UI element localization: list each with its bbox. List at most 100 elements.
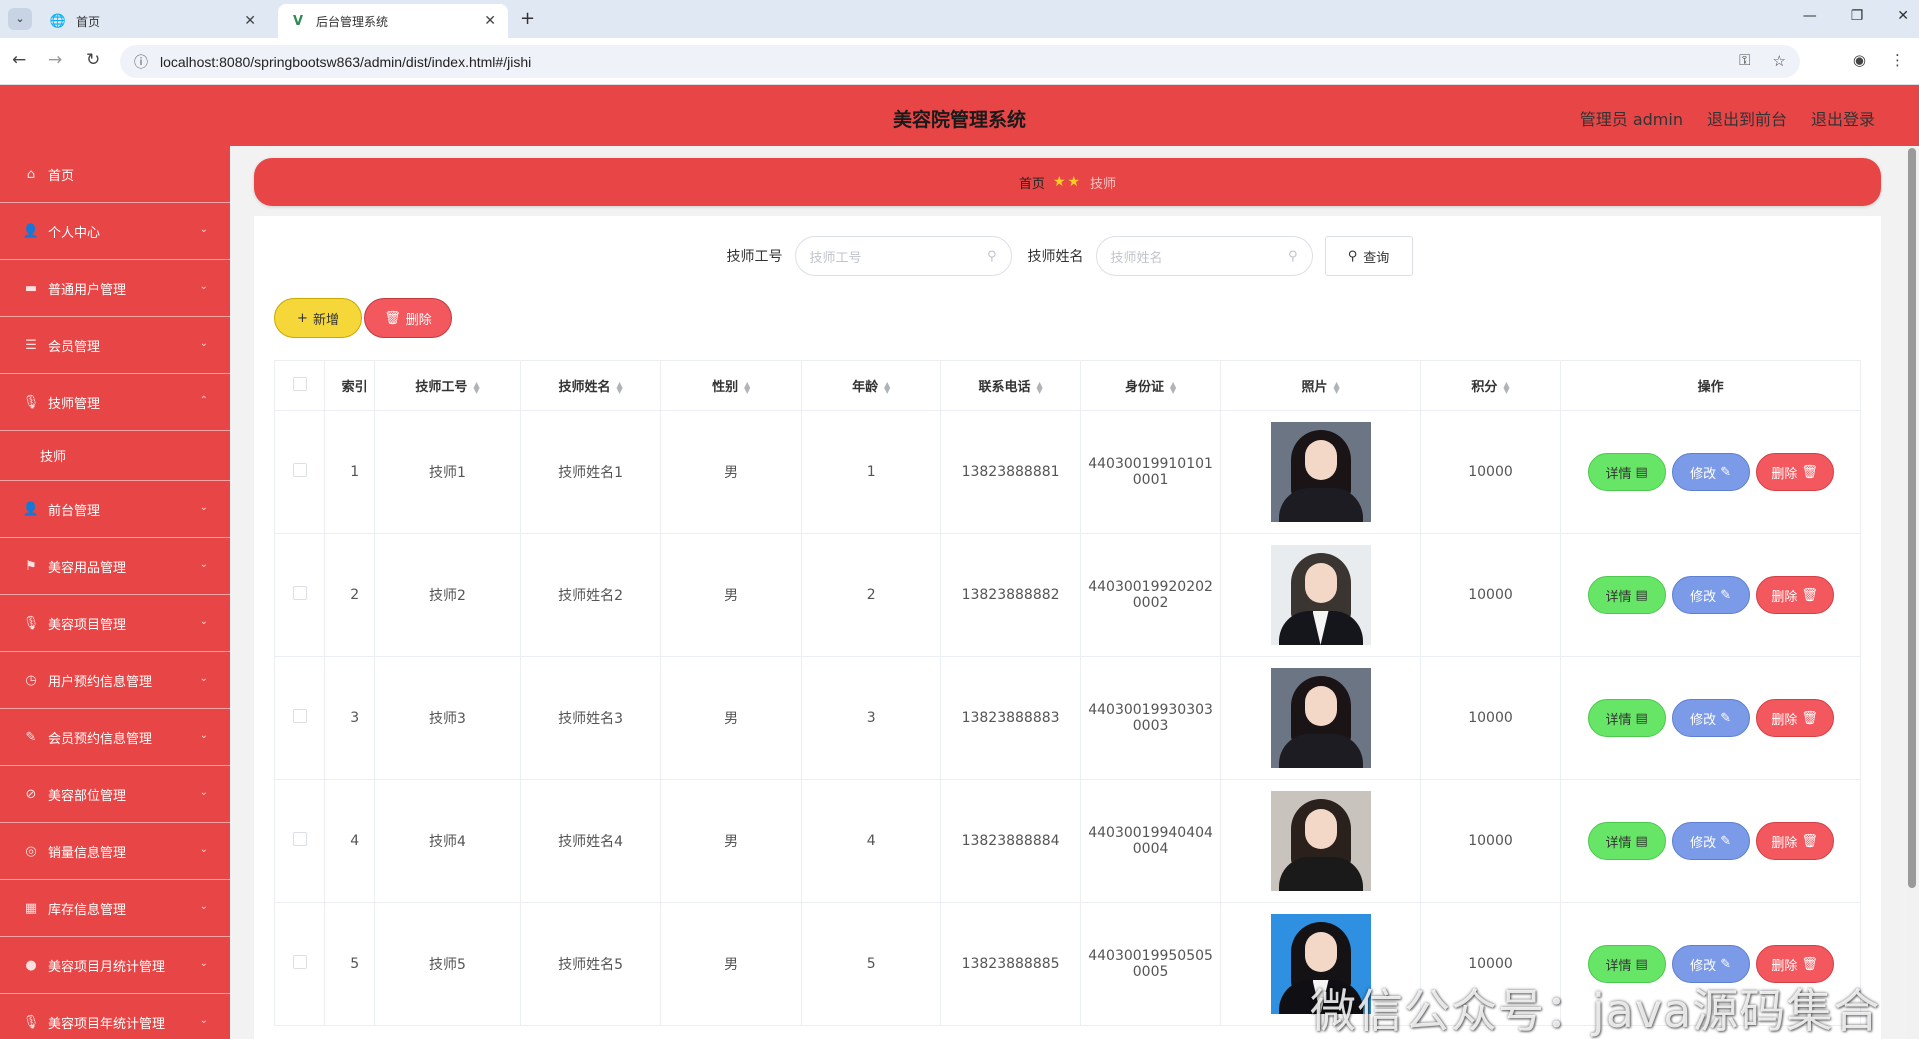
column-header-photo[interactable]: 照片 ▲ ▼	[1220, 360, 1421, 411]
sidebar-item-yearly-stats[interactable]: 🎙 美容项目年统计管理 ⌄	[0, 994, 230, 1039]
sidebar-item-front-desk[interactable]: 👤 前台管理 ⌄	[0, 481, 230, 538]
cell-phone: 13823888881	[940, 410, 1081, 534]
technician-photo[interactable]	[1270, 668, 1371, 768]
reload-icon[interactable]: ↻	[86, 50, 100, 70]
row-checkbox[interactable]	[273, 902, 326, 1026]
sort-icon[interactable]: ▲ ▼	[1333, 380, 1339, 394]
trash-icon: 🗑	[384, 310, 401, 326]
row-checkbox[interactable]	[273, 779, 326, 903]
cell-points: 10000	[1419, 656, 1562, 780]
add-button[interactable]: + 新增	[274, 298, 362, 338]
profile-icon[interactable]: ◉	[1853, 51, 1866, 69]
site-info-icon[interactable]: ⓘ	[134, 52, 148, 72]
pen-icon: ✎	[25, 729, 37, 745]
sidebar-item-members[interactable]: ☰ 会员管理 ⌄	[0, 317, 230, 374]
logout-link[interactable]: 退出登录	[1811, 106, 1875, 130]
sort-icon[interactable]: ▲ ▼	[1503, 380, 1509, 394]
sidebar-item-sales[interactable]: ◎ 销量信息管理 ⌄	[0, 823, 230, 880]
minimize-icon[interactable]: —	[1803, 8, 1817, 24]
column-header-tech-no[interactable]: 技师工号 ▲ ▼	[374, 360, 521, 411]
chevron-down-icon: ⌄	[199, 559, 208, 570]
sidebar-item-member-appointments[interactable]: ✎ 会员预约信息管理 ⌄	[0, 709, 230, 766]
column-header-tech-name[interactable]: 技师姓名 ▲ ▼	[519, 360, 662, 411]
more-menu-icon[interactable]: ⋮	[1890, 51, 1905, 69]
sort-icon[interactable]: ▲ ▼	[1037, 380, 1043, 394]
cell-index: 2	[324, 533, 376, 657]
tech-no-input[interactable]: 技师工号 ⚲	[794, 236, 1012, 276]
exit-to-front-link[interactable]: 退出到前台	[1707, 106, 1787, 130]
detail-button[interactable]: 详情 ▤	[1587, 453, 1666, 491]
row-checkbox[interactable]	[273, 410, 326, 534]
sidebar-item-personal-center[interactable]: 👤 个人中心 ⌄	[0, 203, 230, 260]
sidebar-item-home[interactable]: ⌂ 首页	[0, 146, 230, 203]
forward-icon[interactable]: →	[48, 50, 62, 70]
column-header-age[interactable]: 年龄 ▲ ▼	[800, 360, 942, 411]
document-icon: ▤	[1635, 587, 1648, 603]
sidebar-item-normal-users[interactable]: ▬ 普通用户管理 ⌄	[0, 260, 230, 317]
sidebar-item-label: 美容项目管理	[48, 617, 127, 633]
column-header-phone[interactable]: 联系电话 ▲ ▼	[940, 360, 1081, 411]
row-checkbox[interactable]	[273, 533, 326, 657]
detail-button[interactable]: 详情 ▤	[1587, 822, 1666, 860]
tech-name-input[interactable]: 技师姓名 ⚲	[1095, 236, 1313, 276]
scrollbar-thumb[interactable]	[1908, 148, 1916, 888]
sort-icon[interactable]: ▲ ▼	[1170, 380, 1176, 394]
browser-tab-admin[interactable]: V 后台管理系统 ✕	[278, 4, 508, 38]
sort-icon[interactable]: ▲ ▼	[473, 380, 479, 394]
edit-button[interactable]: 修改 ✎	[1671, 822, 1750, 860]
sidebar-item-beauty-parts[interactable]: ⊘ 美容部位管理 ⌄	[0, 766, 230, 823]
sidebar-item-technicians[interactable]: 🎙 技师管理 ⌃	[0, 374, 230, 431]
tech-no-label: 技师工号	[726, 249, 783, 265]
back-icon[interactable]: ←	[12, 50, 26, 70]
trash-icon: 🗑	[1801, 587, 1818, 603]
url-field[interactable]: ⓘ localhost:8080/springbootsw863/admin/d…	[120, 45, 1800, 78]
row-delete-button[interactable]: 删除 🗑	[1755, 699, 1834, 737]
row-delete-button[interactable]: 删除 🗑	[1755, 576, 1834, 614]
bulk-delete-button[interactable]: 🗑 删除	[364, 298, 452, 338]
sidebar-item-user-appointments[interactable]: ◷ 用户预约信息管理 ⌄	[0, 652, 230, 709]
sidebar-item-beauty-projects[interactable]: 🎙 美容项目管理 ⌄	[0, 595, 230, 652]
window-controls: — ❐ ✕	[1803, 8, 1909, 24]
close-tab-icon[interactable]: ✕	[484, 13, 496, 29]
tab-list-dropdown-button[interactable]: ⌄	[8, 8, 32, 30]
column-header-points[interactable]: 积分 ▲ ▼	[1419, 360, 1562, 411]
edit-button[interactable]: 修改 ✎	[1671, 699, 1750, 737]
user-icon: 👤	[22, 223, 40, 239]
cell-tech-name: 技师姓名1	[519, 410, 662, 534]
close-tab-icon[interactable]: ✕	[244, 13, 256, 29]
sidebar-subitem-technician[interactable]: 技师	[0, 431, 230, 481]
bookmark-star-icon[interactable]: ☆	[1773, 52, 1786, 70]
restore-icon[interactable]: ❐	[1851, 8, 1864, 24]
browser-tab-home[interactable]: 🌐 首页 ✕	[38, 4, 268, 38]
edit-button[interactable]: 修改 ✎	[1671, 453, 1750, 491]
select-all-checkbox[interactable]	[273, 360, 326, 411]
new-tab-button[interactable]: +	[520, 8, 535, 29]
detail-button[interactable]: 详情 ▤	[1587, 576, 1666, 614]
close-window-icon[interactable]: ✕	[1897, 8, 1909, 24]
sort-icon[interactable]: ▲ ▼	[744, 380, 750, 394]
cell-gender: 男	[660, 902, 802, 1026]
sidebar-item-beauty-supplies[interactable]: ⚑ 美容用品管理 ⌄	[0, 538, 230, 595]
row-checkbox[interactable]	[273, 656, 326, 780]
sidebar-item-monthly-stats[interactable]: ● 美容项目月统计管理 ⌄	[0, 937, 230, 994]
key-icon[interactable]: ⚿	[1739, 52, 1750, 70]
row-delete-button[interactable]: 删除 🗑	[1755, 822, 1834, 860]
cell-tech-name: 技师姓名5	[519, 902, 662, 1026]
row-delete-button[interactable]: 删除 🗑	[1755, 453, 1834, 491]
technician-photo[interactable]	[1270, 791, 1371, 891]
chevron-down-icon: ⌄	[199, 958, 208, 969]
query-button[interactable]: ⚲ 查询	[1324, 236, 1413, 276]
column-header-gender[interactable]: 性别 ▲ ▼	[660, 360, 802, 411]
column-header-id-card[interactable]: 身份证 ▲ ▼	[1079, 360, 1222, 411]
mic-icon: 🎙	[22, 394, 40, 410]
breadcrumb-home[interactable]: 首页	[1019, 173, 1045, 192]
edit-button[interactable]: 修改 ✎	[1671, 576, 1750, 614]
technician-photo[interactable]	[1270, 422, 1371, 522]
sort-icon[interactable]: ▲ ▼	[617, 380, 623, 394]
cell-actions: 详情 ▤ 修改 ✎ 删除 🗑	[1560, 779, 1861, 903]
sidebar-item-inventory[interactable]: ▦ 库存信息管理 ⌄	[0, 880, 230, 937]
breadcrumb: 首页 ★★ 技师	[254, 158, 1881, 206]
detail-button[interactable]: 详情 ▤	[1587, 699, 1666, 737]
technician-photo[interactable]	[1270, 545, 1371, 645]
sort-icon[interactable]: ▲ ▼	[884, 380, 890, 394]
